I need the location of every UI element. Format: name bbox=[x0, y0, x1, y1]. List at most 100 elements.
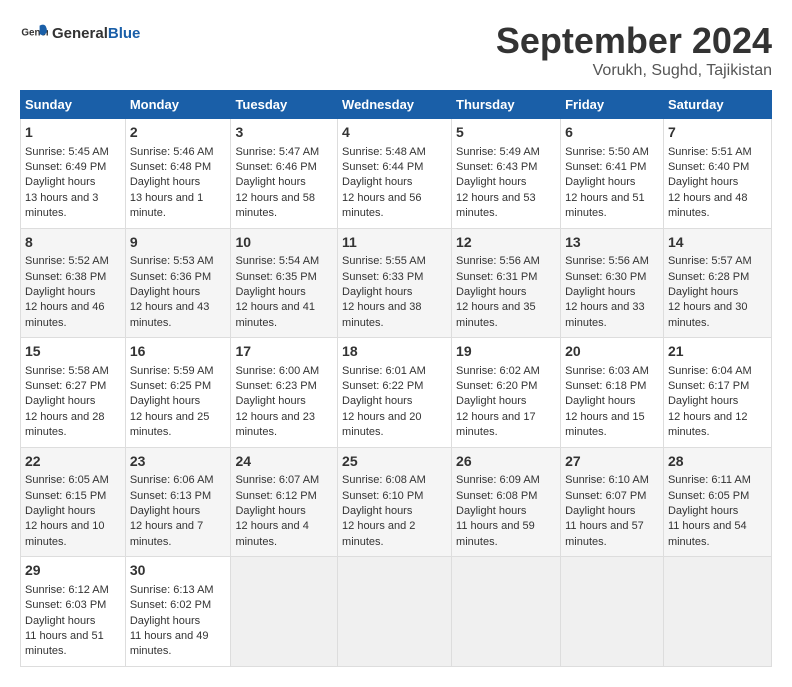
sunrise: Sunrise: 5:48 AM bbox=[342, 146, 426, 158]
sunrise: Sunrise: 6:02 AM bbox=[456, 365, 540, 377]
calendar-cell: 20Sunrise: 6:03 AMSunset: 6:18 PMDayligh… bbox=[561, 338, 664, 448]
daylight-label: Daylight hours bbox=[130, 615, 200, 627]
daylight-label: Daylight hours bbox=[668, 286, 738, 298]
daylight-value: 12 hours and 15 minutes. bbox=[565, 411, 645, 438]
sunrise: Sunrise: 5:57 AM bbox=[668, 255, 752, 267]
daylight-value: 12 hours and 51 minutes. bbox=[565, 192, 645, 219]
day-number: 9 bbox=[130, 233, 227, 253]
sunset: Sunset: 6:08 PM bbox=[456, 490, 537, 502]
sunset: Sunset: 6:44 PM bbox=[342, 161, 423, 173]
sunset: Sunset: 6:25 PM bbox=[130, 380, 211, 392]
day-number: 6 bbox=[565, 123, 659, 143]
calendar-cell: 7Sunrise: 5:51 AMSunset: 6:40 PMDaylight… bbox=[663, 119, 771, 229]
sunset: Sunset: 6:02 PM bbox=[130, 599, 211, 611]
sunset: Sunset: 6:33 PM bbox=[342, 271, 423, 283]
calendar-cell: 18Sunrise: 6:01 AMSunset: 6:22 PMDayligh… bbox=[338, 338, 452, 448]
daylight-label: Daylight hours bbox=[235, 176, 305, 188]
daylight-value: 12 hours and 58 minutes. bbox=[235, 192, 315, 219]
sunset: Sunset: 6:49 PM bbox=[25, 161, 106, 173]
calendar-cell: 22Sunrise: 6:05 AMSunset: 6:15 PMDayligh… bbox=[21, 447, 126, 557]
daylight-label: Daylight hours bbox=[25, 395, 95, 407]
day-number: 14 bbox=[668, 233, 767, 253]
calendar-cell: 26Sunrise: 6:09 AMSunset: 6:08 PMDayligh… bbox=[452, 447, 561, 557]
daylight-value: 11 hours and 59 minutes. bbox=[456, 520, 535, 547]
daylight-label: Daylight hours bbox=[25, 176, 95, 188]
day-number: 17 bbox=[235, 342, 333, 362]
sunset: Sunset: 6:28 PM bbox=[668, 271, 749, 283]
sunrise: Sunrise: 6:01 AM bbox=[342, 365, 426, 377]
daylight-label: Daylight hours bbox=[130, 176, 200, 188]
calendar-cell: 27Sunrise: 6:10 AMSunset: 6:07 PMDayligh… bbox=[561, 447, 664, 557]
calendar-cell: 9Sunrise: 5:53 AMSunset: 6:36 PMDaylight… bbox=[125, 228, 231, 338]
calendar-cell: 16Sunrise: 5:59 AMSunset: 6:25 PMDayligh… bbox=[125, 338, 231, 448]
sunset: Sunset: 6:12 PM bbox=[235, 490, 316, 502]
day-number: 19 bbox=[456, 342, 556, 362]
sunrise: Sunrise: 5:45 AM bbox=[25, 146, 109, 158]
daylight-value: 12 hours and 48 minutes. bbox=[668, 192, 748, 219]
daylight-label: Daylight hours bbox=[456, 176, 526, 188]
day-number: 8 bbox=[25, 233, 121, 253]
calendar-cell: 17Sunrise: 6:00 AMSunset: 6:23 PMDayligh… bbox=[231, 338, 338, 448]
daylight-value: 12 hours and 35 minutes. bbox=[456, 301, 536, 328]
daylight-value: 12 hours and 25 minutes. bbox=[130, 411, 210, 438]
month-title: September 2024 bbox=[496, 20, 772, 62]
daylight-value: 12 hours and 20 minutes. bbox=[342, 411, 422, 438]
daylight-label: Daylight hours bbox=[565, 505, 635, 517]
day-number: 20 bbox=[565, 342, 659, 362]
weekday-header-tuesday: Tuesday bbox=[231, 91, 338, 119]
calendar-cell: 29Sunrise: 6:12 AMSunset: 6:03 PMDayligh… bbox=[21, 557, 126, 667]
sunrise: Sunrise: 5:49 AM bbox=[456, 146, 540, 158]
day-number: 27 bbox=[565, 452, 659, 472]
sunrise: Sunrise: 5:54 AM bbox=[235, 255, 319, 267]
calendar-cell bbox=[231, 557, 338, 667]
calendar-cell bbox=[338, 557, 452, 667]
daylight-label: Daylight hours bbox=[668, 505, 738, 517]
daylight-label: Daylight hours bbox=[342, 176, 412, 188]
sunset: Sunset: 6:27 PM bbox=[25, 380, 106, 392]
calendar-cell: 2Sunrise: 5:46 AMSunset: 6:48 PMDaylight… bbox=[125, 119, 231, 229]
sunrise: Sunrise: 6:12 AM bbox=[25, 584, 109, 596]
daylight-value: 11 hours and 57 minutes. bbox=[565, 520, 644, 547]
calendar-table: SundayMondayTuesdayWednesdayThursdayFrid… bbox=[20, 90, 772, 667]
sunrise: Sunrise: 5:56 AM bbox=[565, 255, 649, 267]
page-header: General GeneralBlue September 2024 Voruk… bbox=[20, 20, 772, 80]
daylight-value: 12 hours and 4 minutes. bbox=[235, 520, 308, 547]
sunrise: Sunrise: 6:06 AM bbox=[130, 474, 214, 486]
daylight-value: 13 hours and 3 minutes. bbox=[25, 192, 98, 219]
day-number: 29 bbox=[25, 561, 121, 581]
daylight-label: Daylight hours bbox=[130, 395, 200, 407]
logo: General GeneralBlue bbox=[20, 20, 140, 48]
header-row: SundayMondayTuesdayWednesdayThursdayFrid… bbox=[21, 91, 772, 119]
sunset: Sunset: 6:38 PM bbox=[25, 271, 106, 283]
daylight-label: Daylight hours bbox=[456, 395, 526, 407]
sunset: Sunset: 6:20 PM bbox=[456, 380, 537, 392]
daylight-value: 12 hours and 46 minutes. bbox=[25, 301, 105, 328]
daylight-value: 13 hours and 1 minute. bbox=[130, 192, 203, 219]
calendar-week-3: 15Sunrise: 5:58 AMSunset: 6:27 PMDayligh… bbox=[21, 338, 772, 448]
daylight-value: 12 hours and 12 minutes. bbox=[668, 411, 748, 438]
daylight-value: 12 hours and 17 minutes. bbox=[456, 411, 536, 438]
sunrise: Sunrise: 5:47 AM bbox=[235, 146, 319, 158]
sunrise: Sunrise: 5:46 AM bbox=[130, 146, 214, 158]
calendar-cell: 24Sunrise: 6:07 AMSunset: 6:12 PMDayligh… bbox=[231, 447, 338, 557]
sunrise: Sunrise: 5:56 AM bbox=[456, 255, 540, 267]
calendar-cell: 23Sunrise: 6:06 AMSunset: 6:13 PMDayligh… bbox=[125, 447, 231, 557]
sunrise: Sunrise: 6:04 AM bbox=[668, 365, 752, 377]
calendar-cell: 11Sunrise: 5:55 AMSunset: 6:33 PMDayligh… bbox=[338, 228, 452, 338]
daylight-label: Daylight hours bbox=[342, 505, 412, 517]
day-number: 21 bbox=[668, 342, 767, 362]
calendar-cell: 8Sunrise: 5:52 AMSunset: 6:38 PMDaylight… bbox=[21, 228, 126, 338]
daylight-label: Daylight hours bbox=[25, 286, 95, 298]
sunset: Sunset: 6:13 PM bbox=[130, 490, 211, 502]
day-number: 28 bbox=[668, 452, 767, 472]
day-number: 23 bbox=[130, 452, 227, 472]
daylight-value: 12 hours and 28 minutes. bbox=[25, 411, 105, 438]
calendar-cell: 10Sunrise: 5:54 AMSunset: 6:35 PMDayligh… bbox=[231, 228, 338, 338]
calendar-week-4: 22Sunrise: 6:05 AMSunset: 6:15 PMDayligh… bbox=[21, 447, 772, 557]
sunset: Sunset: 6:03 PM bbox=[25, 599, 106, 611]
sunrise: Sunrise: 5:59 AM bbox=[130, 365, 214, 377]
day-number: 13 bbox=[565, 233, 659, 253]
daylight-label: Daylight hours bbox=[456, 505, 526, 517]
sunset: Sunset: 6:10 PM bbox=[342, 490, 423, 502]
daylight-label: Daylight hours bbox=[235, 286, 305, 298]
